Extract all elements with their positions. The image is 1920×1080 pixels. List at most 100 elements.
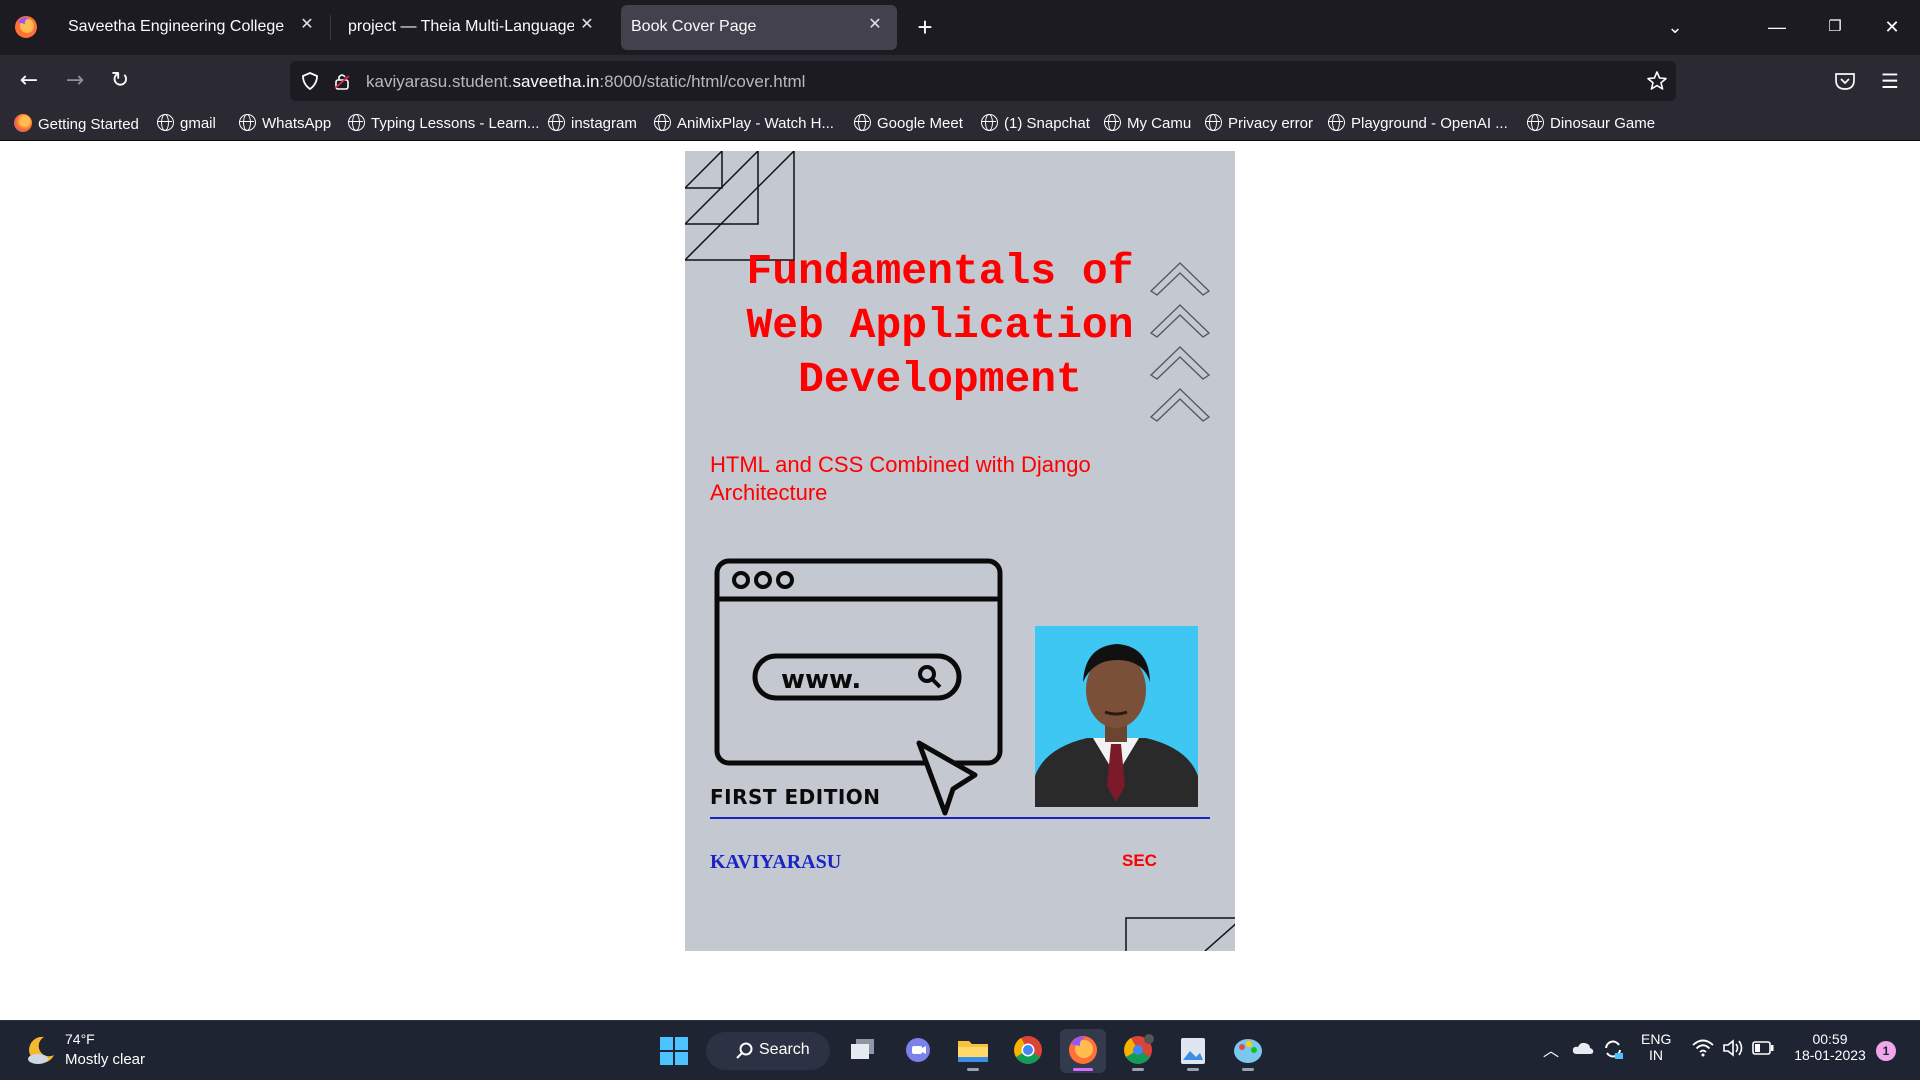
volume-icon[interactable]: [1722, 1039, 1744, 1057]
onedrive-cloud-icon[interactable]: [1572, 1041, 1594, 1055]
bookmark-instagram[interactable]: instagram: [548, 114, 637, 134]
bookmark-snapchat[interactable]: (1) Snapchat: [981, 114, 1090, 134]
edition-label: FIRST EDITION: [710, 785, 881, 809]
book-cover: Fundamentals of Web Application Developm…: [685, 151, 1235, 951]
globe-icon: [157, 114, 174, 131]
language-indicator[interactable]: ENG IN: [1641, 1031, 1671, 1063]
globe-icon: [1527, 114, 1544, 131]
pocket-icon[interactable]: [1834, 71, 1856, 91]
firefox-menu-icon[interactable]: [12, 13, 40, 41]
weather-temperature[interactable]: 74°F: [65, 1031, 95, 1047]
sync-icon[interactable]: [1602, 1038, 1624, 1060]
cover-divider: [710, 817, 1210, 819]
teams-chat-icon[interactable]: [895, 1029, 941, 1073]
tab-title: project — Theia Multi-Language Ex: [348, 18, 574, 35]
bookmark-my-camu[interactable]: My Camu: [1104, 114, 1191, 134]
running-indicator: [1242, 1068, 1254, 1071]
globe-icon: [1104, 114, 1121, 131]
bookmark-whatsapp[interactable]: WhatsApp: [239, 114, 331, 134]
close-tab-icon[interactable]: ✕: [865, 15, 885, 35]
reload-icon[interactable]: ↻: [106, 67, 134, 95]
tab-divider: [330, 15, 331, 40]
firefox-taskbar-icon[interactable]: [1060, 1029, 1106, 1073]
weather-description[interactable]: Mostly clear: [65, 1051, 145, 1068]
file-explorer-icon[interactable]: [950, 1029, 996, 1073]
bookmarks-toolbar: Getting Started gmail WhatsApp Typing Le…: [0, 107, 1920, 141]
close-tab-icon[interactable]: ✕: [577, 15, 597, 35]
bookmark-typing-lessons[interactable]: Typing Lessons - Learn...: [348, 114, 539, 134]
tab-saveetha[interactable]: Saveetha Engineering College ✕: [54, 5, 329, 50]
globe-icon: [548, 114, 565, 131]
close-window-icon[interactable]: ✕: [1877, 14, 1907, 40]
bookmark-star-icon[interactable]: [1646, 70, 1668, 92]
task-view-icon[interactable]: [840, 1029, 886, 1073]
globe-icon: [654, 114, 671, 131]
new-tab-plus-icon[interactable]: +: [912, 14, 938, 40]
tab-theia-project[interactable]: project — Theia Multi-Language Ex ✕: [334, 5, 609, 50]
paint-icon[interactable]: [1225, 1029, 1271, 1073]
restore-icon[interactable]: ❐: [1820, 14, 1850, 40]
active-indicator: [1073, 1068, 1093, 1071]
search-icon: [736, 1042, 753, 1059]
insecure-lock-icon[interactable]: [332, 71, 352, 91]
battery-icon[interactable]: [1752, 1041, 1774, 1055]
url-pill-text: www.: [781, 665, 861, 695]
bookmark-google-meet[interactable]: Google Meet: [854, 114, 963, 134]
forward-arrow-icon[interactable]: →: [61, 67, 89, 95]
book-subtitle: HTML and CSS Combined with Django Archit…: [710, 452, 1091, 505]
show-hidden-icons-chevron-icon[interactable]: ︿: [1543, 1037, 1559, 1061]
close-tab-icon[interactable]: ✕: [297, 15, 317, 35]
windows-start-icon[interactable]: [660, 1037, 688, 1065]
url-text[interactable]: kaviyarasu.student.saveetha.in:8000/stat…: [366, 72, 805, 92]
search-label: Search: [759, 1041, 810, 1058]
bookmark-openai-playground[interactable]: Playground - OpenAI ...: [1328, 114, 1508, 134]
bookmark-dinosaur-game[interactable]: Dinosaur Game: [1527, 114, 1655, 134]
navigation-toolbar: ← → ↻ kaviyarasu.student.saveetha.in:800…: [0, 55, 1920, 107]
author-photo: [1035, 626, 1198, 807]
publisher-name: SEC: [1122, 851, 1157, 870]
back-arrow-icon[interactable]: ←: [15, 67, 43, 95]
chrome-profile-icon[interactable]: [1115, 1029, 1161, 1073]
clock-date: 18-01-2023: [1794, 1047, 1866, 1063]
globe-icon: [239, 114, 256, 131]
photos-icon[interactable]: [1170, 1029, 1216, 1073]
tab-bar: Saveetha Engineering College ✕ project —…: [0, 0, 1920, 55]
firefox-icon: [14, 114, 32, 132]
corner-decoration-bottom-right: [1125, 917, 1235, 951]
running-indicator: [967, 1068, 979, 1071]
tab-title: Saveetha Engineering College: [68, 18, 285, 35]
clock[interactable]: 00:59 18-01-2023: [1790, 1031, 1870, 1063]
title-line: Web Application: [746, 301, 1134, 350]
author-name: KAVIYARASU: [710, 851, 842, 873]
tab-book-cover[interactable]: Book Cover Page ✕: [621, 5, 897, 50]
chevron-stack-decoration: [1149, 262, 1211, 422]
language-code: ENG: [1641, 1031, 1672, 1047]
bookmark-gmail[interactable]: gmail: [157, 114, 216, 134]
minimize-icon[interactable]: —: [1762, 14, 1792, 40]
bookmark-privacy-error[interactable]: Privacy error: [1205, 114, 1313, 134]
bookmark-getting-started[interactable]: Getting Started: [14, 114, 139, 134]
title-line: Fundamentals of: [746, 247, 1134, 296]
chrome-icon[interactable]: [1005, 1029, 1051, 1073]
hamburger-menu-icon[interactable]: ☰: [1876, 67, 1904, 95]
notification-badge[interactable]: 1: [1876, 1041, 1896, 1061]
title-line: Development: [798, 355, 1082, 404]
tracking-protection-shield-icon[interactable]: [300, 71, 320, 91]
globe-icon: [348, 114, 365, 131]
globe-icon: [854, 114, 871, 131]
book-title: Fundamentals of Web Application Developm…: [725, 245, 1155, 407]
taskbar-search-button[interactable]: Search: [706, 1032, 830, 1070]
list-all-tabs-chevron-icon[interactable]: ⌄: [1660, 14, 1690, 40]
running-indicator: [1187, 1068, 1199, 1071]
running-indicator: [1132, 1068, 1144, 1071]
globe-icon: [1205, 114, 1222, 131]
bookmark-animixplay[interactable]: AniMixPlay - Watch H...: [654, 114, 834, 134]
globe-icon: [981, 114, 998, 131]
region-code: IN: [1649, 1047, 1663, 1063]
address-bar[interactable]: kaviyarasu.student.saveetha.in:8000/stat…: [290, 61, 1676, 101]
windows-taskbar: 74°F Mostly clear Search ︿ ENG IN 00:59 …: [0, 1020, 1920, 1080]
moon-cloud-weather-icon[interactable]: [24, 1033, 58, 1067]
wifi-icon[interactable]: [1692, 1039, 1714, 1057]
clock-time: 00:59: [1812, 1031, 1848, 1047]
tab-title: Book Cover Page: [631, 18, 757, 35]
